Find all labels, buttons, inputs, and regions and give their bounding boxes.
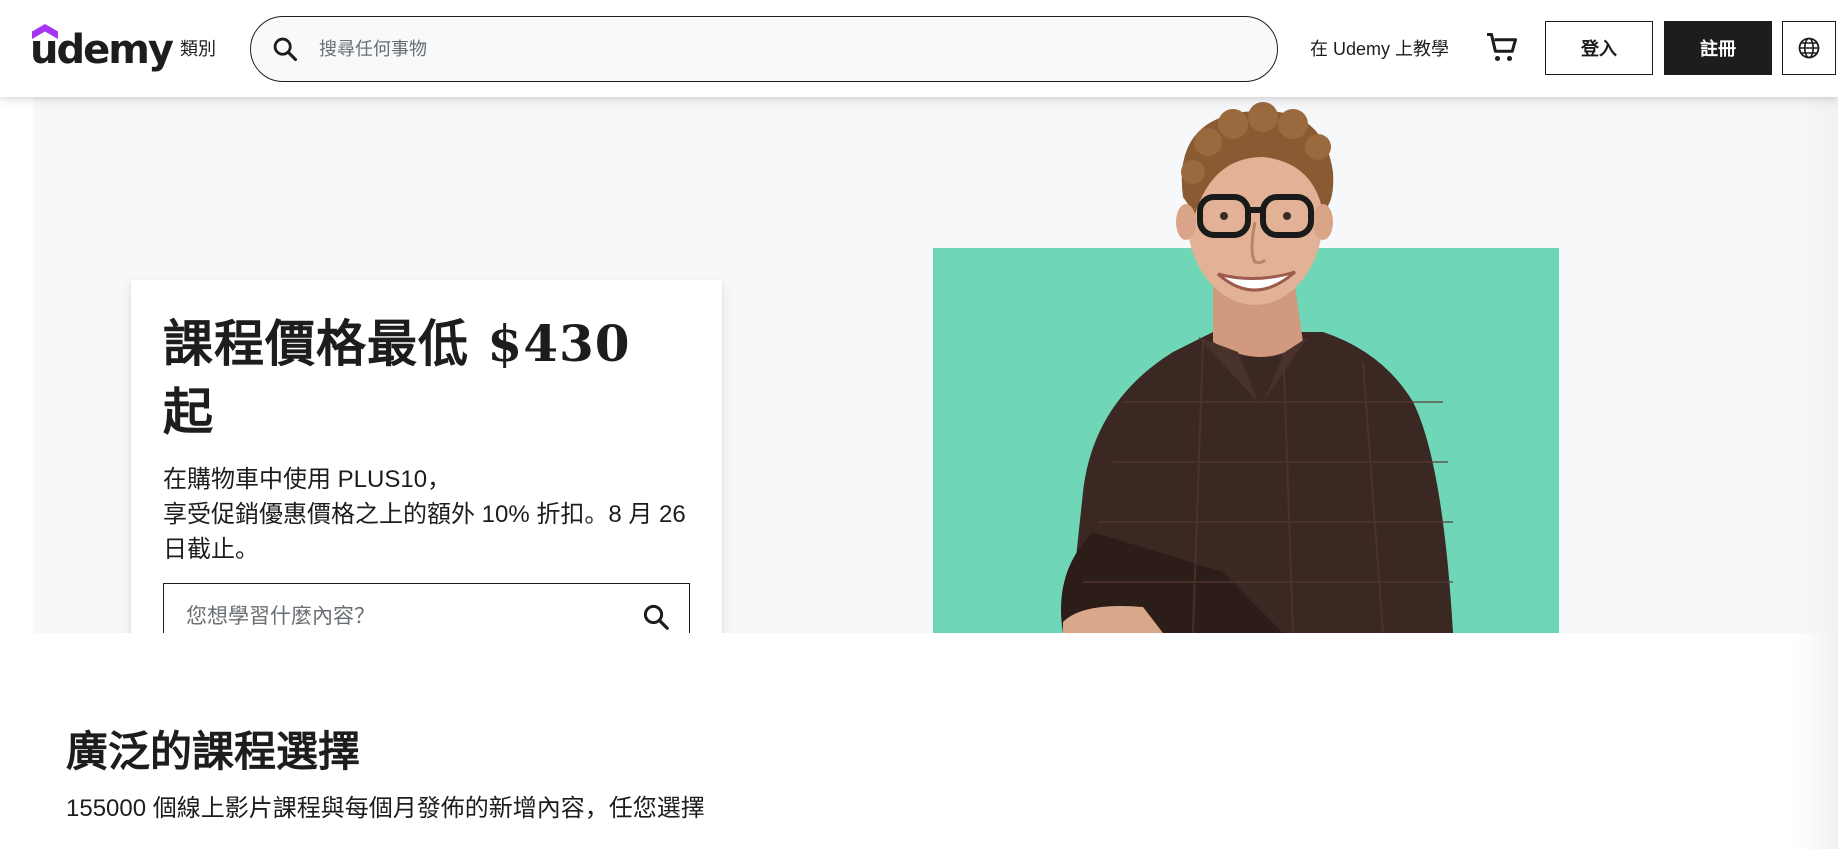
login-button[interactable]: 登入: [1545, 21, 1653, 75]
hero-person-image: [1061, 102, 1453, 633]
hero-banner: 課程價格最低 $430 起 在購物車中使用 PLUS10， 享受促銷優惠價格之上…: [33, 97, 1833, 633]
udemy-logo[interactable]: udemy: [30, 20, 174, 76]
header-search-input[interactable]: [319, 31, 1219, 67]
cart-icon[interactable]: [1484, 30, 1520, 66]
promo-line-1: 在購物車中使用 PLUS10，: [163, 466, 452, 493]
language-button[interactable]: [1782, 21, 1836, 75]
categories-link[interactable]: 類別: [180, 38, 216, 60]
promo-card: 課程價格最低 $430 起 在購物車中使用 PLUS10， 享受促銷優惠價格之上…: [131, 280, 722, 633]
teach-on-udemy-link[interactable]: 在 Udemy 上教學: [1310, 38, 1449, 60]
promo-title: 課程價格最低 $430 起: [163, 314, 631, 441]
logo-wordmark: udemy: [30, 27, 174, 73]
promo-description: 在購物車中使用 PLUS10， 享受促銷優惠價格之上的額外 10% 折扣。8 月…: [163, 462, 690, 567]
promo-line-2: 享受促銷優惠價格之上的額外 10% 折扣。8 月 26 日截止。: [163, 501, 686, 563]
header-search-bar[interactable]: [250, 16, 1278, 82]
promo-search-box[interactable]: [163, 583, 690, 633]
top-navigation-bar: udemy 類別 在 Udemy 上教學 登入 註冊: [0, 0, 1838, 97]
search-icon[interactable]: [271, 35, 299, 63]
signup-button[interactable]: 註冊: [1664, 21, 1772, 75]
search-icon[interactable]: [641, 602, 671, 632]
section-subtitle: 155000 個線上影片課程與每個月發佈的新增內容，任您選擇: [66, 795, 705, 822]
globe-icon: [1798, 37, 1820, 59]
scroll-edge-fade: [1794, 97, 1838, 849]
section-title: 廣泛的課程選擇: [66, 727, 361, 776]
promo-search-input[interactable]: [186, 600, 616, 633]
